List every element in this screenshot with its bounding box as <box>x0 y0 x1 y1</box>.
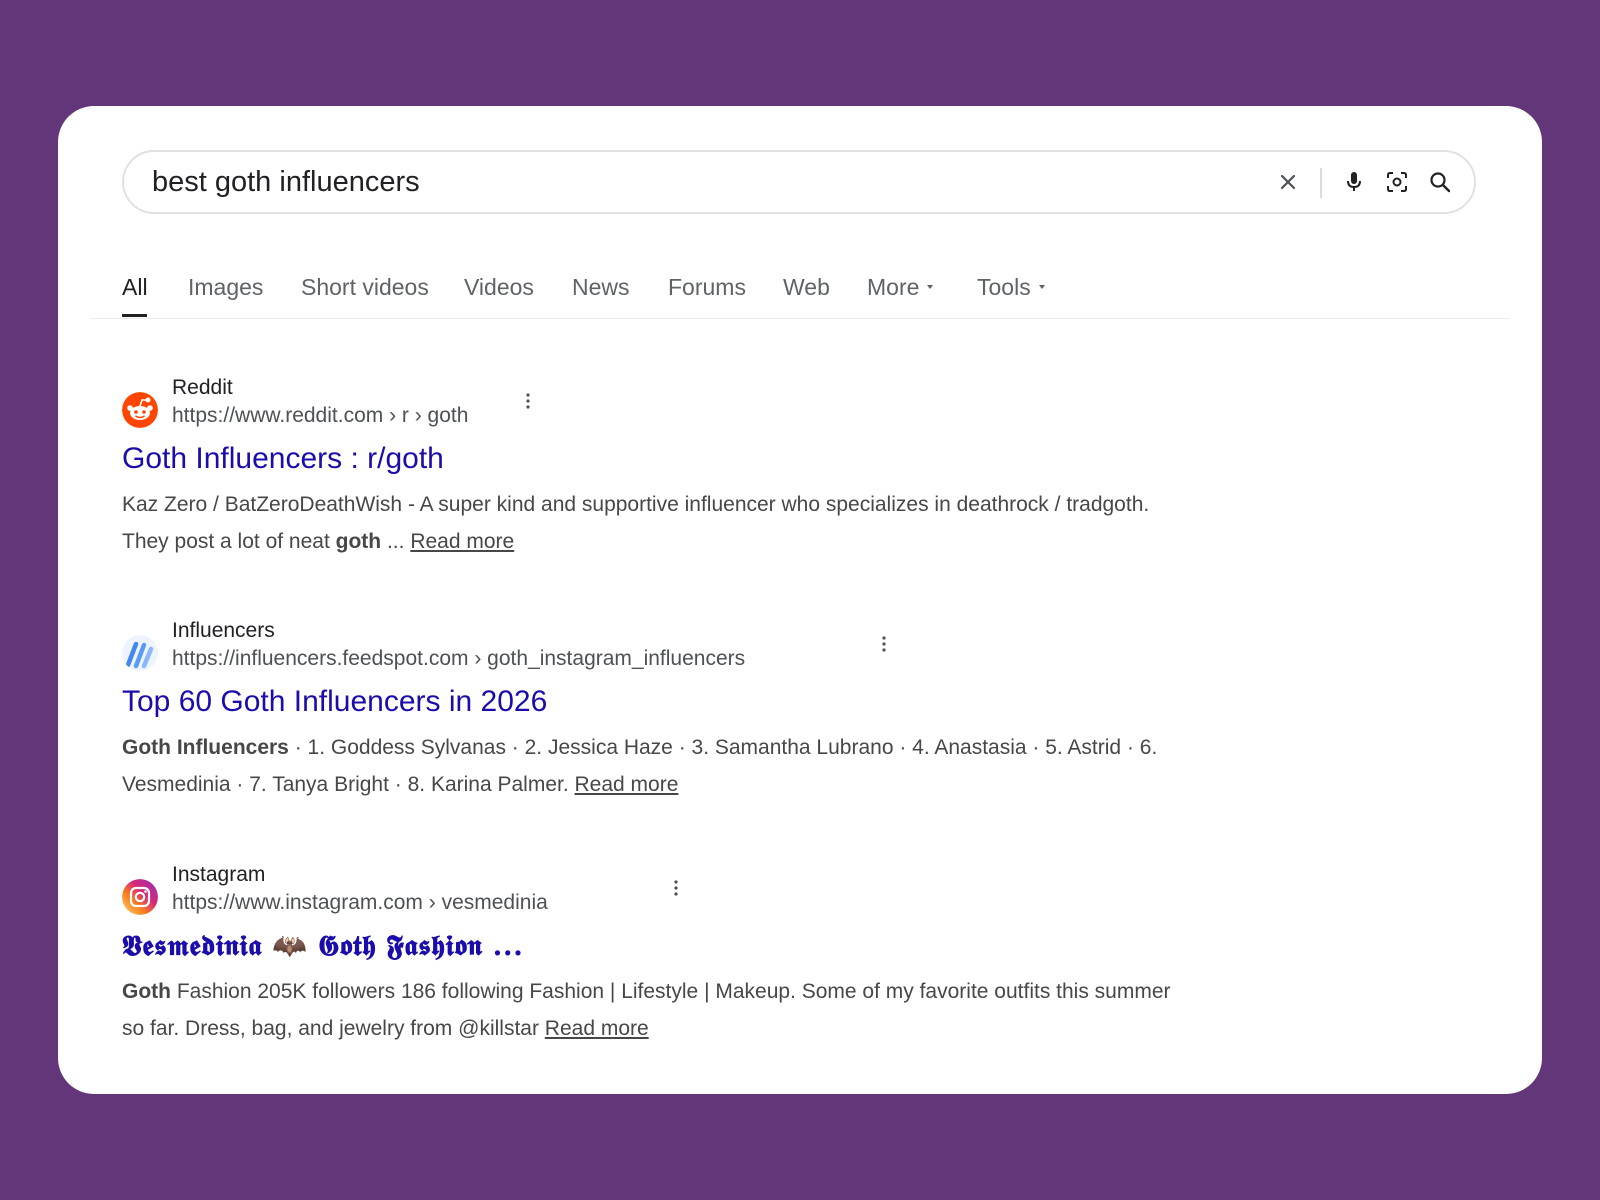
result-snippet: Goth Influencers · 1. Goddess Sylvanas ·… <box>122 729 1182 803</box>
tab-more[interactable]: More <box>867 274 934 301</box>
more-options-icon[interactable] <box>518 388 538 414</box>
search-bar[interactable]: best goth influencers <box>122 150 1476 214</box>
feedspot-logo-icon <box>122 635 158 671</box>
tab-forums[interactable]: Forums <box>668 274 746 301</box>
tab-images[interactable]: Images <box>188 274 263 301</box>
close-icon[interactable] <box>1272 166 1304 198</box>
search-input[interactable]: best goth influencers <box>152 152 420 212</box>
tab-tools-label: Tools <box>977 274 1031 300</box>
more-options-icon[interactable] <box>874 631 894 657</box>
reddit-logo-icon <box>122 392 158 428</box>
chevron-down-icon <box>927 284 934 289</box>
more-options-icon[interactable] <box>666 875 686 901</box>
tab-short-videos[interactable]: Short videos <box>301 274 429 301</box>
result-snippet: Goth Fashion 205K followers 186 followin… <box>122 973 1182 1047</box>
result-title-link[interactable]: Top 60 Goth Influencers in 2026 <box>122 685 547 719</box>
search-bar-divider <box>1320 168 1322 198</box>
snippet-bold: Goth Influencers <box>122 736 289 759</box>
read-more-link[interactable]: Read more <box>545 1017 649 1040</box>
snippet-bold: Goth <box>122 980 171 1003</box>
result-title-link[interactable]: 𝖁𝖊𝖘𝖒𝖊𝖉𝖎𝖓𝖎𝖆 🦇 𝕲𝖔𝖙𝖍 𝕱𝖆𝖘𝖍𝖎𝖔𝖓 ... <box>122 929 523 963</box>
tab-more-label: More <box>867 274 920 300</box>
search-tabs: All Images Short videos Videos News Foru… <box>90 256 1510 319</box>
read-more-link[interactable]: Read more <box>410 530 514 553</box>
result-title-link[interactable]: Goth Influencers : r/goth <box>122 442 444 476</box>
result-site-name: Instagram <box>172 863 266 886</box>
instagram-logo-icon <box>122 879 158 915</box>
microphone-icon[interactable] <box>1338 166 1370 198</box>
read-more-link[interactable]: Read more <box>575 773 679 796</box>
camera-lens-icon[interactable] <box>1381 166 1413 198</box>
tab-all[interactable]: All <box>122 274 148 301</box>
tab-videos[interactable]: Videos <box>464 274 534 301</box>
tab-news[interactable]: News <box>572 274 630 301</box>
snippet-text: Kaz Zero / BatZeroDeathWish - A super ki… <box>122 493 1150 553</box>
result-url[interactable]: https://www.instagram.com › vesmedinia <box>172 891 548 915</box>
result-snippet: Kaz Zero / BatZeroDeathWish - A super ki… <box>122 486 1182 560</box>
result-url[interactable]: https://www.reddit.com › r › goth <box>172 404 468 428</box>
tab-web[interactable]: Web <box>783 274 830 301</box>
search-results-card: best goth influencers All Images Short v… <box>58 106 1542 1094</box>
search-icon[interactable] <box>1424 166 1456 198</box>
result-site-name: Reddit <box>172 376 233 399</box>
tab-tools[interactable]: Tools <box>977 274 1045 301</box>
chevron-down-icon <box>1038 284 1045 289</box>
result-site-name: Influencers <box>172 619 275 642</box>
snippet-bold: goth <box>335 530 382 553</box>
snippet-text: ... <box>381 530 411 553</box>
result-url[interactable]: https://influencers.feedspot.com › goth_… <box>172 647 745 671</box>
tab-active-indicator <box>122 314 147 317</box>
